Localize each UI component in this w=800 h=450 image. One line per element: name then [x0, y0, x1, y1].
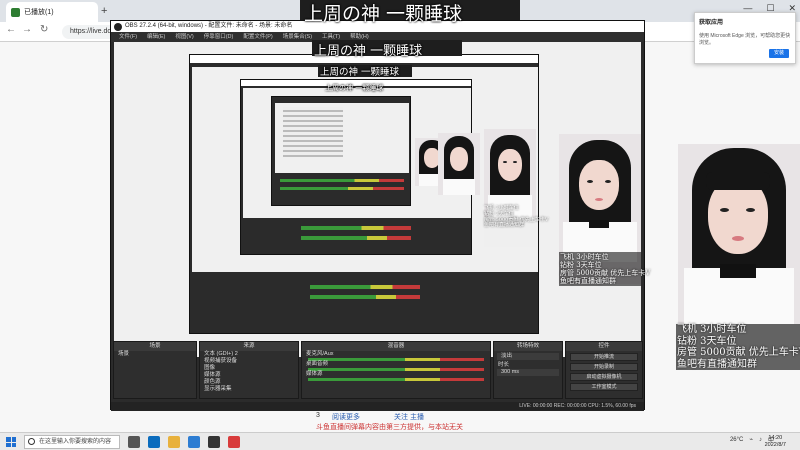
mixer-track-label: 桌面音频	[306, 361, 329, 367]
caption-line: 钻粉 3天车位	[560, 261, 602, 270]
popup-install-button[interactable]: 安装	[769, 49, 789, 58]
popup-title: 获取应用	[699, 20, 724, 26]
caption-line: 飞机 3小时车位	[677, 324, 747, 335]
task-view-icon[interactable]	[128, 436, 140, 448]
taskbar-search-placeholder: 在这里输入你要搜索的内容	[39, 439, 112, 445]
clock-date: 2022/8/7	[764, 442, 786, 448]
app-icon[interactable]	[228, 436, 240, 448]
source-item[interactable]: 显示器采集	[200, 386, 298, 393]
start-recording-button[interactable]: 开始录制	[570, 363, 638, 371]
source-item[interactable]: 文本 (GDI+) 2	[200, 351, 298, 358]
nested-obs-3	[271, 96, 411, 206]
studio-mode-button[interactable]: 工作室模式	[570, 383, 638, 391]
taskbar-apps	[128, 436, 240, 448]
site-favicon-icon	[11, 7, 20, 17]
caption-line: 钻粉 3天车位	[677, 335, 737, 347]
menu-scene-collection[interactable]: 场景集合(S)	[283, 32, 312, 42]
overlay-headline: 上周の神 一颗睡球	[304, 3, 463, 25]
back-button[interactable]: ←	[6, 24, 16, 35]
menu-profile[interactable]: 配置文件(P)	[243, 32, 272, 42]
scenes-dock-title: 场景	[114, 342, 196, 351]
caption-block-large: 飞机 3小时车位 钻粉 3天车位 房管 5000贡献 优先上车卡V 鱼吧有直播通…	[677, 324, 800, 370]
clock-time: 14:20	[768, 435, 783, 441]
obs-statusbar: LIVE: 00:00:00 REC: 00:00:00 CPU: 1.5%, …	[111, 402, 644, 411]
infinite-mirror	[283, 107, 343, 157]
menu-view[interactable]: 视图(V)	[175, 32, 193, 42]
windows-taskbar: 在这里输入你要搜索的内容 26°C ⌁ ♪ 中 14:20 2022/8/7	[0, 432, 800, 450]
mixer-dock: 混音器 麦克风/Aux 桌面音频 媒体源	[301, 341, 491, 399]
transition-select[interactable]: 淡出	[497, 353, 559, 360]
new-tab-button[interactable]: +	[101, 5, 107, 17]
source-item[interactable]: 媒体源	[200, 372, 298, 379]
caption-line: 鱼吧有直播通知群	[677, 358, 757, 370]
caption-block-mid: 飞机 3小时车位 钻粉 3天车位 房管 5000贡献 优先上车卡V 鱼吧有直播通…	[560, 253, 650, 285]
sources-dock-title: 来源	[200, 342, 298, 351]
mixer-meter	[308, 378, 484, 381]
source-item[interactable]: 视频捕获设备	[200, 358, 298, 365]
network-icon[interactable]: ⌁	[749, 436, 753, 443]
menu-file[interactable]: 文件(F)	[119, 32, 137, 42]
overlay-headline-echo: 上周の神 一颗睡球	[325, 84, 384, 92]
sources-dock: 来源 文本 (GDI+) 2 视频捕获设备 图像 媒体源 颜色源 显示器采集	[199, 341, 299, 399]
source-item[interactable]: 颜色源	[200, 379, 298, 386]
taskbar-clock[interactable]: 14:20 2022/8/7	[765, 435, 786, 449]
taskbar-search[interactable]: 在这里输入你要搜索的内容	[24, 435, 120, 449]
scenes-dock: 场景 场景	[113, 341, 197, 399]
caption-line: 鱼吧有直播通知群	[560, 277, 616, 286]
scene-item[interactable]: 场景	[114, 351, 196, 358]
obs-logo-icon	[114, 23, 122, 31]
browser-tab[interactable]: 已播放(1)	[6, 2, 98, 22]
start-button[interactable]	[6, 437, 16, 447]
store-icon[interactable]	[188, 436, 200, 448]
obs-title-text: OBS 27.2.4 (64-bit, windows) - 配置文件: 未命名…	[125, 23, 293, 29]
mixer-track-label: 媒体源	[306, 371, 323, 377]
transitions-dock-title: 转场特效	[494, 342, 562, 351]
weather-text[interactable]: 26°C	[730, 437, 743, 443]
page-number: 3	[316, 412, 320, 419]
controls-dock: 控件 开始推流 开始录制 启动虚拟摄像机 工作室模式	[565, 341, 643, 399]
notification-popup: 获取应用 使用 Microsoft Edge 浏览，可帮助您更快浏览。 安装	[694, 12, 796, 64]
caption-line: 飞机 3小时车位	[560, 253, 609, 261]
caption-line: 鱼吧有直播通知群	[484, 222, 525, 229]
streamer-thumb-3	[438, 133, 480, 195]
page-link-more[interactable]: 阅读更多	[332, 412, 360, 422]
forward-button[interactable]: →	[22, 24, 32, 35]
overlay-headline-echo: 上周の神 一颗睡球	[314, 44, 423, 59]
nested-preview-2	[243, 88, 471, 218]
streamer-card-large	[678, 144, 800, 324]
popup-body: 使用 Microsoft Edge 浏览，可帮助您更快浏览。	[699, 33, 791, 46]
duration-input[interactable]: 300 ms	[497, 369, 559, 376]
caption-line: 房管 5000贡献 优先上车卡V	[560, 269, 651, 278]
overlay-headline-echo: 上周の神 一颗睡球	[320, 67, 400, 78]
page-link-follow[interactable]: 关注 主播	[394, 412, 424, 422]
volume-icon[interactable]: ♪	[759, 437, 762, 443]
page-notice: 斗鱼直播间弹幕内容由第三方提供，与本站无关	[316, 424, 463, 431]
browser-tab-title: 已播放(1)	[24, 9, 54, 16]
mixer-dock-title: 混音器	[302, 342, 490, 351]
search-icon	[28, 438, 35, 445]
obs-taskbar-icon[interactable]	[208, 436, 220, 448]
mixer-track-label: 麦克风/Aux	[306, 351, 334, 357]
source-item[interactable]: 图像	[200, 365, 298, 372]
menu-edit[interactable]: 编辑(E)	[147, 32, 165, 42]
caption-block-small: 飞机 3小时车位 钻粉 3天车位 房管 5000贡献 优先上车卡V 鱼吧有直播通…	[484, 205, 549, 229]
duration-label: 时长	[498, 362, 510, 368]
transitions-dock: 转场特效 淡出 时长 300 ms	[493, 341, 563, 399]
virtual-camera-button[interactable]: 启动虚拟摄像机	[570, 373, 638, 381]
file-explorer-icon[interactable]	[168, 436, 180, 448]
controls-dock-title: 控件	[566, 342, 642, 351]
reload-button[interactable]: ↻	[40, 24, 48, 35]
streamer-thumb-2	[484, 129, 536, 247]
edge-icon[interactable]	[148, 436, 160, 448]
menu-docks[interactable]: 停靠窗口(D)	[204, 32, 234, 42]
caption-line: 房管 5000贡献 优先上车卡V	[677, 347, 800, 358]
start-streaming-button[interactable]: 开始推流	[570, 353, 638, 361]
